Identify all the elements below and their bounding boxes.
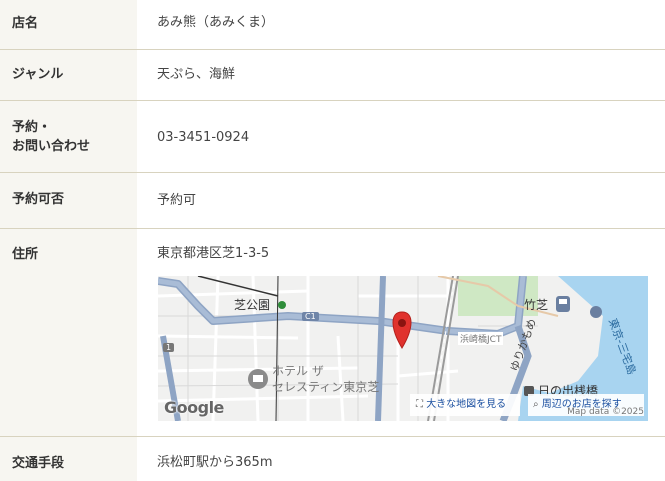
row-reservation: 予約可否 予約可 bbox=[0, 173, 665, 229]
map-label-hotel-line2: セレスティン東京芝 bbox=[272, 380, 380, 394]
contact-label-line1: 予約・ bbox=[12, 120, 52, 135]
map-data-attribution: Map data ©2025 bbox=[567, 407, 644, 417]
genre-value: 天ぷら、海鮮 bbox=[157, 67, 236, 82]
map-label-jct: 浜崎橋JCT bbox=[458, 332, 504, 345]
row-reservation-header: 予約可否 bbox=[0, 173, 137, 228]
google-logo: Google bbox=[164, 398, 224, 417]
access-value: 浜松町駅から365m bbox=[157, 455, 273, 470]
location-map[interactable]: 芝公園 C1 1 ホテル ザ セレスティン東京芝 浜崎橋JCT 竹芝 ゆりかもめ… bbox=[158, 276, 648, 421]
row-name-header: 店名 bbox=[0, 0, 137, 49]
row-contact-header: 予約・ お問い合わせ bbox=[0, 101, 137, 172]
row-address-header: 住所 bbox=[0, 229, 137, 436]
reservation-label: 予約可否 bbox=[12, 192, 65, 207]
large-map-label: 大きな地図を見る bbox=[426, 399, 507, 410]
row-access: 交通手段 浜松町駅から365m bbox=[0, 437, 665, 481]
name-label: 店名 bbox=[12, 16, 39, 31]
map-label-hotel-line1: ホテル ザ bbox=[272, 364, 324, 378]
map-label-route-c1: C1 bbox=[302, 312, 319, 321]
search-icon: ⌕ bbox=[533, 399, 539, 410]
expand-icon: ⛶ bbox=[416, 399, 423, 410]
row-contact: 予約・ お問い合わせ 03-3451-0924 bbox=[0, 101, 665, 173]
large-map-button[interactable]: ⛶ 大きな地図を見る bbox=[410, 394, 520, 416]
reservation-value: 予約可 bbox=[157, 193, 197, 208]
address-value: 東京都港区芝1-3-5 bbox=[157, 246, 270, 261]
row-genre: ジャンル 天ぷら、海鮮 bbox=[0, 50, 665, 101]
phone-number[interactable]: 03-3451-0924 bbox=[157, 128, 249, 147]
map-label-route-1: 1 bbox=[163, 343, 175, 352]
access-label: 交通手段 bbox=[12, 456, 65, 471]
name-value: あみ熊（あみくま） bbox=[157, 15, 275, 30]
row-access-header: 交通手段 bbox=[0, 437, 137, 481]
map-label-shiba-park: 芝公園 bbox=[234, 298, 271, 312]
contact-label-line2: お問い合わせ bbox=[12, 139, 91, 154]
address-label: 住所 bbox=[12, 247, 39, 262]
row-name: 店名 あみ熊（あみくま） bbox=[0, 0, 665, 50]
row-genre-header: ジャンル bbox=[0, 50, 137, 100]
genre-label: ジャンル bbox=[12, 67, 64, 82]
map-label-takeshiba: 竹芝 bbox=[524, 298, 549, 312]
